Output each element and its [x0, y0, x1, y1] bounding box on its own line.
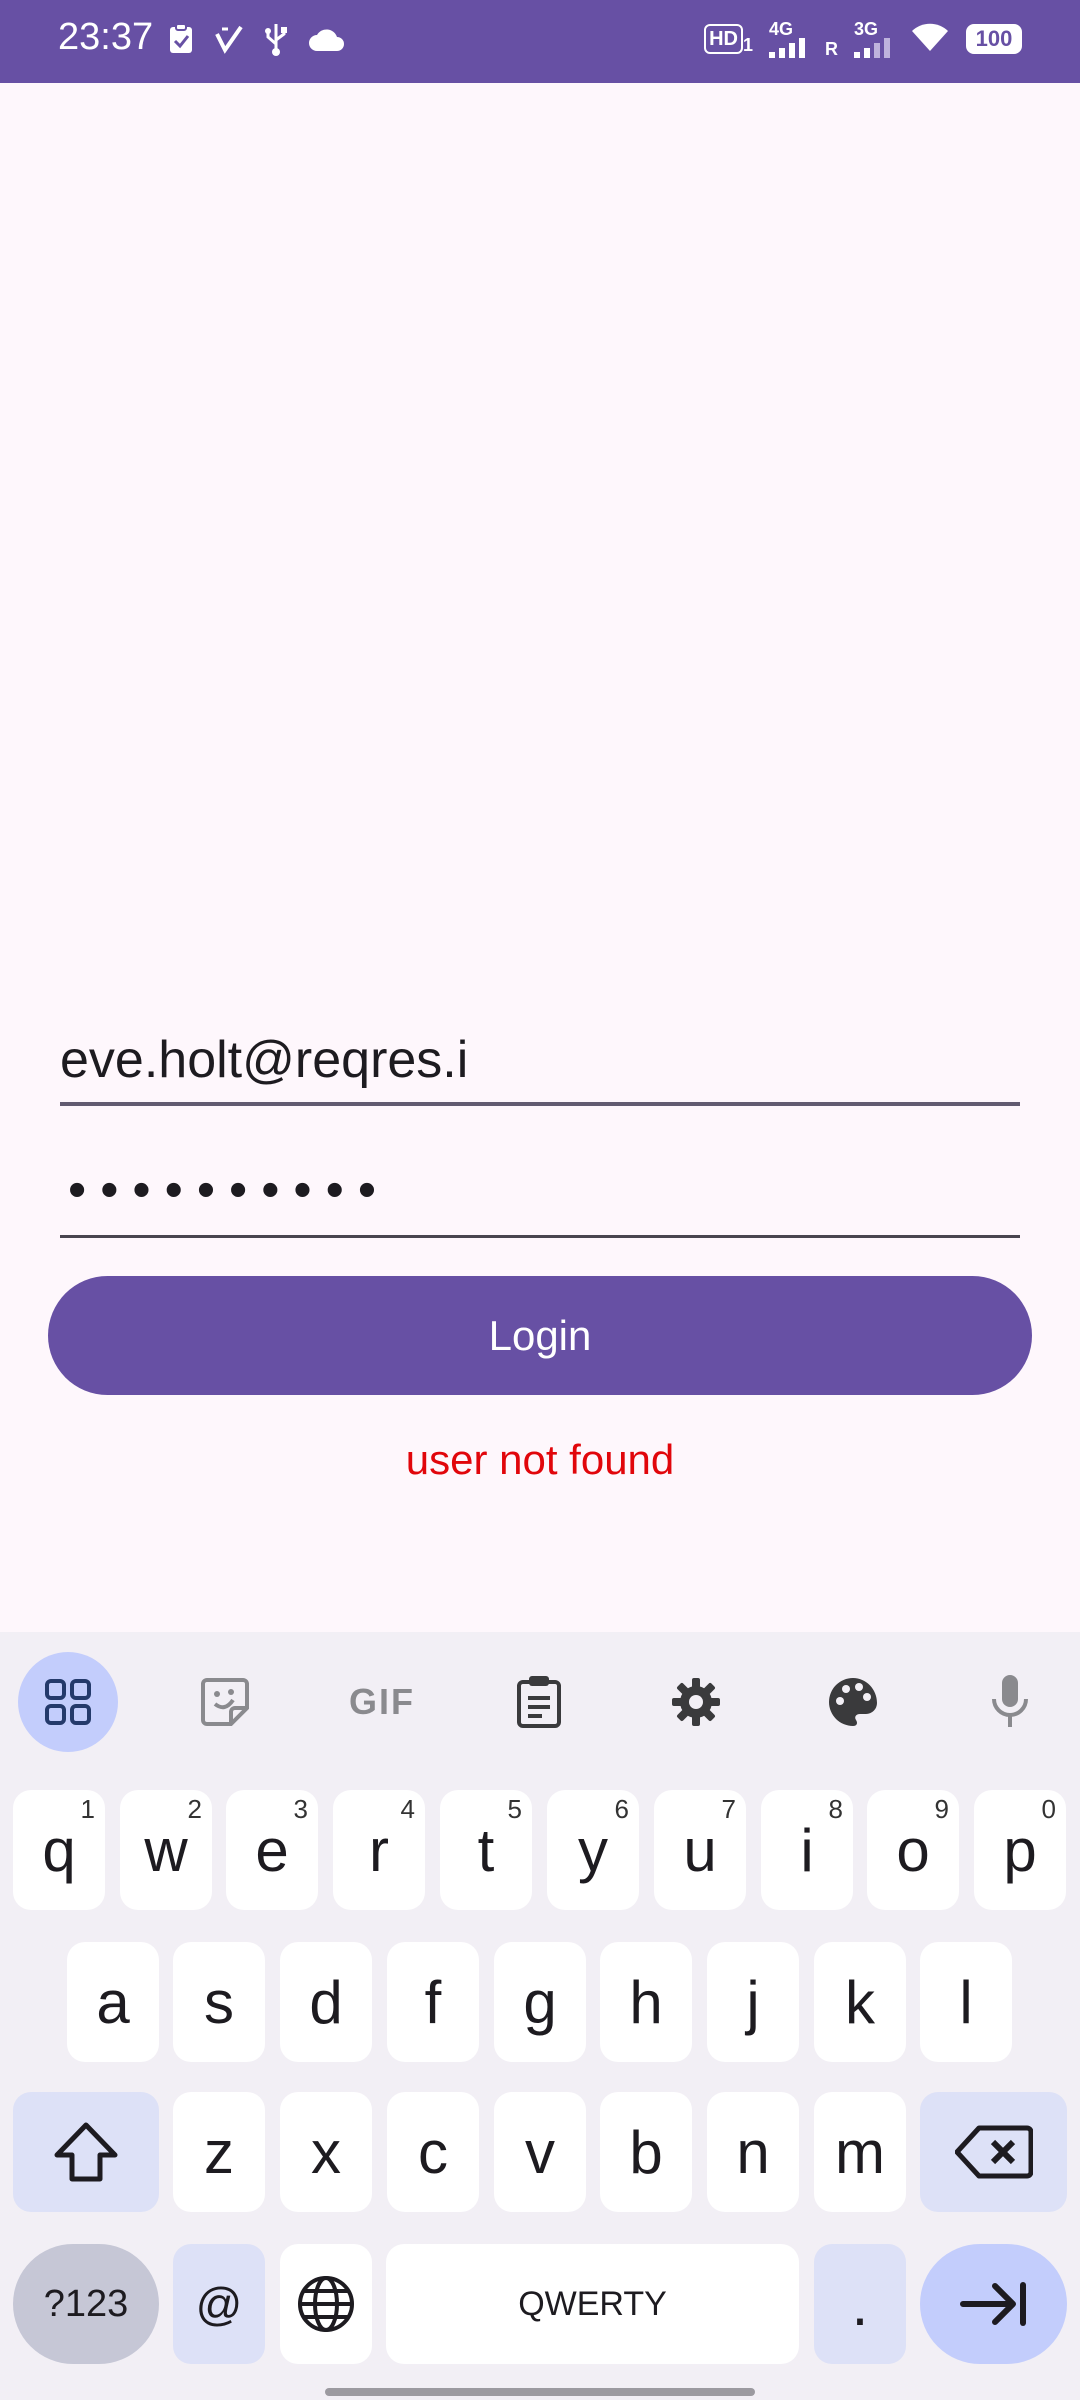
- key-g[interactable]: g: [494, 1942, 586, 2062]
- symbols-key[interactable]: ?123: [13, 2244, 159, 2364]
- key-q[interactable]: q1: [13, 1790, 105, 1910]
- backspace-icon: [954, 2125, 1033, 2179]
- signal-sim2-icon: 3G: [854, 20, 894, 58]
- key-c[interactable]: c: [387, 2092, 479, 2212]
- key-o[interactable]: o9: [867, 1790, 959, 1910]
- key-t[interactable]: t5: [440, 1790, 532, 1910]
- login-button[interactable]: Login: [48, 1276, 1032, 1395]
- login-screen: 23:37 HD 1 4G R 3G 100 eve.holt@reqres.i…: [0, 0, 1080, 2400]
- at-key[interactable]: @: [173, 2244, 265, 2364]
- key-l[interactable]: l: [920, 1942, 1012, 2062]
- error-message: user not found: [405, 1436, 675, 1483]
- wifi-icon: [910, 21, 950, 58]
- key-f[interactable]: f: [387, 1942, 479, 2062]
- email-input-value[interactable]: eve.holt@reqres.i: [60, 1030, 468, 1090]
- key-d[interactable]: d: [280, 1942, 372, 2062]
- status-bar: 23:37 HD 1 4G R 3G 100: [0, 0, 1080, 83]
- usb-icon: [264, 22, 288, 61]
- period-key[interactable]: .: [814, 2244, 906, 2364]
- settings-gear-icon[interactable]: [646, 1652, 746, 1752]
- gif-button[interactable]: GIF: [332, 1652, 432, 1752]
- apps-grid-icon[interactable]: [18, 1652, 118, 1752]
- roaming-indicator: R: [825, 39, 838, 59]
- password-input-value[interactable]: ••••••••••: [68, 1160, 390, 1220]
- battery-icon: 100: [966, 24, 1022, 54]
- key-y[interactable]: y6: [547, 1790, 639, 1910]
- key-i[interactable]: i8: [761, 1790, 853, 1910]
- status-time: 23:37: [58, 16, 154, 58]
- shift-icon: [54, 2122, 118, 2182]
- key-n[interactable]: n: [707, 2092, 799, 2212]
- key-b[interactable]: b: [600, 2092, 692, 2212]
- palette-icon[interactable]: [803, 1652, 903, 1752]
- keyboard-toolbar: GIF: [0, 1632, 1080, 1772]
- globe-icon: [298, 2276, 354, 2332]
- signal-sim1-icon: 4G: [769, 20, 809, 58]
- key-m[interactable]: m: [814, 2092, 906, 2212]
- next-arrow-icon: [959, 2282, 1026, 2326]
- key-j[interactable]: j: [707, 1942, 799, 2062]
- microphone-icon[interactable]: [960, 1652, 1060, 1752]
- sticker-icon[interactable]: [175, 1652, 275, 1752]
- hd-voice-icon: HD 1: [704, 24, 753, 54]
- enter-key[interactable]: [920, 2244, 1067, 2364]
- key-a[interactable]: a: [67, 1942, 159, 2062]
- language-key[interactable]: [280, 2244, 372, 2364]
- shift-key[interactable]: [13, 2092, 159, 2212]
- status-system-icons: HD 1 4G R 3G 100: [704, 20, 1022, 58]
- key-h[interactable]: h: [600, 1942, 692, 2062]
- email-field[interactable]: eve.holt@reqres.i: [60, 1020, 1020, 1106]
- key-k[interactable]: k: [814, 1942, 906, 2062]
- status-notification-icons: [168, 22, 344, 61]
- checkmark-icon: [214, 24, 244, 59]
- key-w[interactable]: w2: [120, 1790, 212, 1910]
- navigation-handle[interactable]: [325, 2388, 755, 2396]
- key-u[interactable]: u7: [654, 1790, 746, 1910]
- clipboard-check-icon: [168, 23, 194, 60]
- key-p[interactable]: p0: [974, 1790, 1066, 1910]
- password-field[interactable]: ••••••••••: [60, 1150, 1020, 1238]
- key-x[interactable]: x: [280, 2092, 372, 2212]
- key-v[interactable]: v: [494, 2092, 586, 2212]
- space-key[interactable]: QWERTY: [386, 2244, 799, 2364]
- soft-keyboard: GIF q1 w2 e3 r4 t5 y6 u7 i8 o9 p0 a s d …: [0, 1632, 1080, 2400]
- backspace-key[interactable]: [920, 2092, 1067, 2212]
- key-z[interactable]: z: [173, 2092, 265, 2212]
- key-r[interactable]: r4: [333, 1790, 425, 1910]
- cloud-icon: [308, 25, 344, 58]
- key-e[interactable]: e3: [226, 1790, 318, 1910]
- clipboard-icon[interactable]: [489, 1652, 589, 1752]
- key-s[interactable]: s: [173, 1942, 265, 2062]
